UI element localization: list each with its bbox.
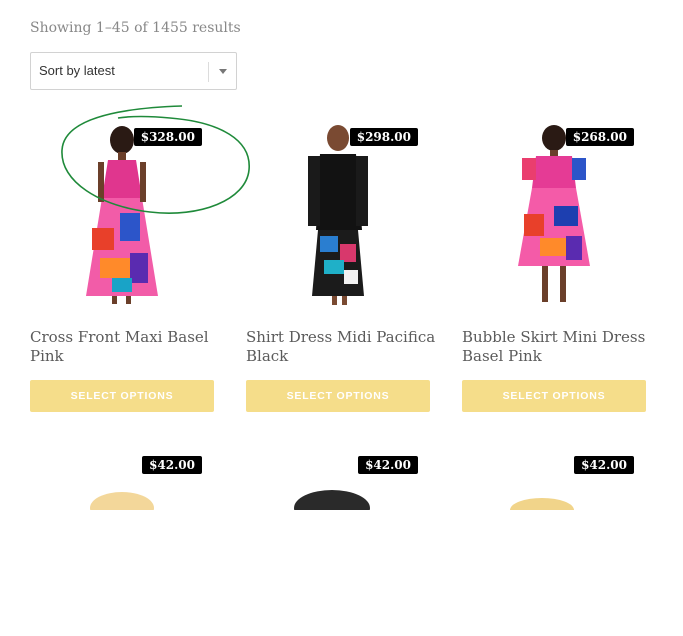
results-count: Showing 1–45 of 1455 results (30, 20, 241, 36)
product-image[interactable] (462, 118, 646, 308)
product-title[interactable]: Shirt Dress Midi Pacifica Black (246, 328, 436, 366)
price-badge: $328.00 (133, 128, 202, 146)
product-image[interactable] (30, 118, 214, 308)
select-options-button[interactable]: SELECT OPTIONS (246, 380, 430, 412)
product-image[interactable] (30, 446, 214, 636)
product-image[interactable] (246, 446, 430, 636)
product-image[interactable] (462, 446, 646, 636)
chevron-down-icon[interactable] (219, 69, 227, 74)
sort-select-value: Sort by latest (39, 63, 115, 78)
product-title[interactable]: Bubble Skirt Mini Dress Basel Pink (462, 328, 652, 366)
price-badge: $42.00 (574, 456, 634, 474)
select-options-button[interactable]: SELECT OPTIONS (462, 380, 646, 412)
price-badge: $268.00 (565, 128, 634, 146)
select-options-button[interactable]: SELECT OPTIONS (30, 380, 214, 412)
sort-divider (208, 62, 209, 82)
product-image[interactable] (246, 118, 430, 308)
sort-select[interactable]: Sort by latest (30, 52, 237, 90)
product-title[interactable]: Cross Front Maxi Basel Pink (30, 328, 220, 366)
price-badge: $298.00 (349, 128, 418, 146)
price-badge: $42.00 (142, 456, 202, 474)
price-badge: $42.00 (358, 456, 418, 474)
